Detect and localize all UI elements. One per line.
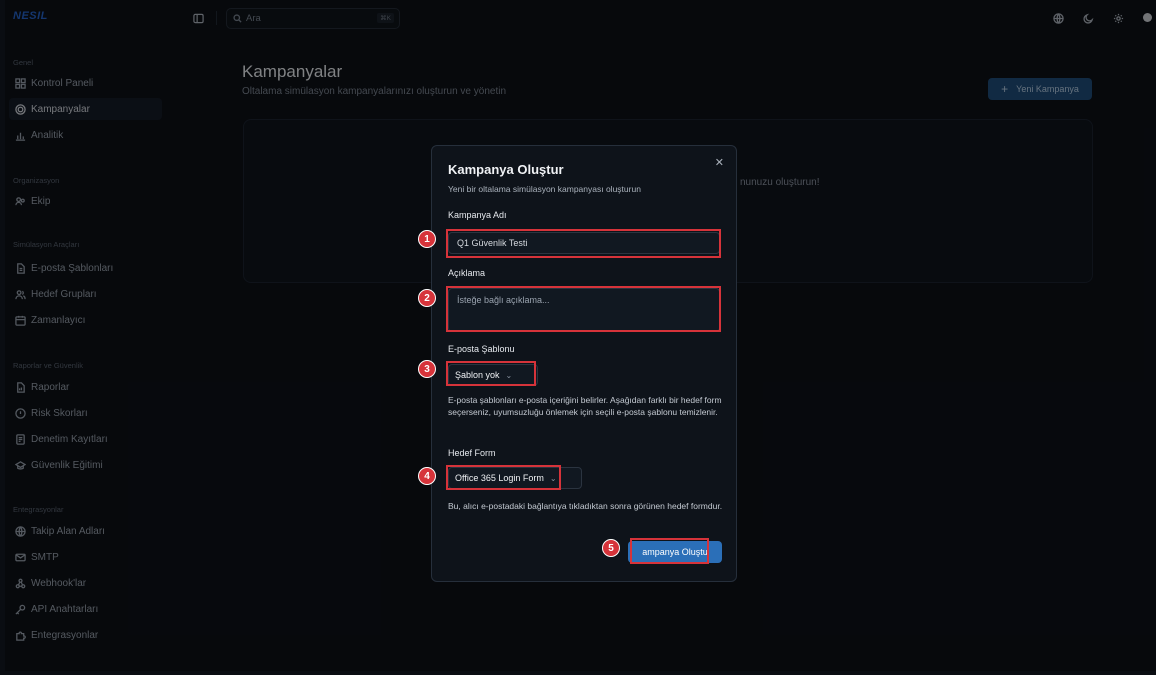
- campaign-name-label: Kampanya Adı: [448, 210, 507, 220]
- annotation-marker-1: 1: [418, 230, 436, 248]
- campaign-name-value: Q1 Güvenlik Testi: [457, 238, 528, 248]
- create-campaign-button[interactable]: ampanya Oluştu: [628, 541, 722, 563]
- annotation-marker-3: 3: [418, 360, 436, 378]
- target-form-label: Hedef Form: [448, 448, 496, 458]
- description-textarea[interactable]: İsteğe bağlı açıklama...: [448, 288, 720, 332]
- app-frame: NESIL Genel Kontrol Paneli Kampanyalar A…: [5, 0, 1156, 671]
- target-form-value: Office 365 Login Form: [455, 473, 544, 483]
- annotation-marker-5: 5: [602, 539, 620, 557]
- close-icon[interactable]: ✕: [715, 156, 724, 169]
- dialog-subtitle: Yeni bir oltalama simülasyon kampanyası …: [448, 184, 641, 194]
- description-placeholder: İsteğe bağlı açıklama...: [457, 295, 550, 305]
- create-campaign-label: ampanya Oluştu: [642, 547, 708, 557]
- campaign-name-field[interactable]: Q1 Güvenlik Testi: [448, 232, 720, 254]
- annotation-marker-2: 2: [418, 289, 436, 307]
- email-template-select[interactable]: Şablon yok ⌄: [448, 364, 538, 386]
- target-form-help: Bu, alıcı e-postadaki bağlantıya tıkladı…: [448, 501, 723, 511]
- annotation-marker-4: 4: [418, 467, 436, 485]
- email-template-help: E-posta şablonları e-posta içeriğini bel…: [448, 395, 722, 417]
- create-campaign-dialog: ✕ Kampanya Oluştur Yeni bir oltalama sim…: [431, 145, 737, 582]
- target-form-select[interactable]: Office 365 Login Form ⌄: [448, 467, 582, 489]
- email-template-value: Şablon yok: [455, 370, 500, 380]
- dialog-title: Kampanya Oluştur: [448, 162, 564, 177]
- email-template-label: E-posta Şablonu: [448, 344, 515, 354]
- chevron-down-icon: ⌄: [549, 473, 557, 483]
- description-label: Açıklama: [448, 268, 486, 278]
- chevron-down-icon: ⌄: [505, 370, 513, 380]
